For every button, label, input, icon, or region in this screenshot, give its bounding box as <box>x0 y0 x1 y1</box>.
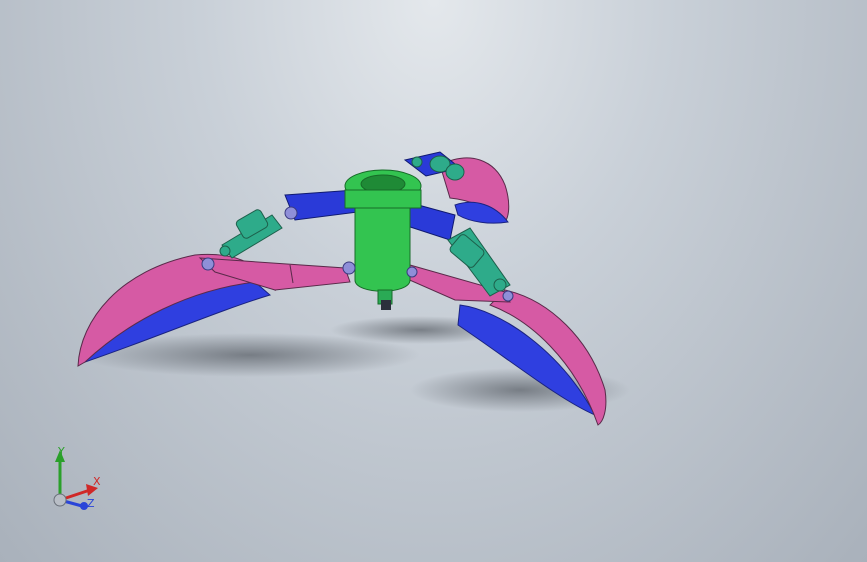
left-hydraulic-cylinder[interactable] <box>219 208 283 259</box>
axis-x-label: X <box>93 475 101 488</box>
grab-bucket-model[interactable] <box>0 0 867 562</box>
back-hydraulic-cylinder[interactable] <box>403 151 465 181</box>
axis-z-label: Z <box>87 497 95 510</box>
cad-viewport[interactable]: Y X Z <box>0 0 867 562</box>
coordinate-triad: Y X Z <box>40 440 110 520</box>
axis-y-label: Y <box>58 445 65 458</box>
central-hub[interactable] <box>344 169 422 310</box>
